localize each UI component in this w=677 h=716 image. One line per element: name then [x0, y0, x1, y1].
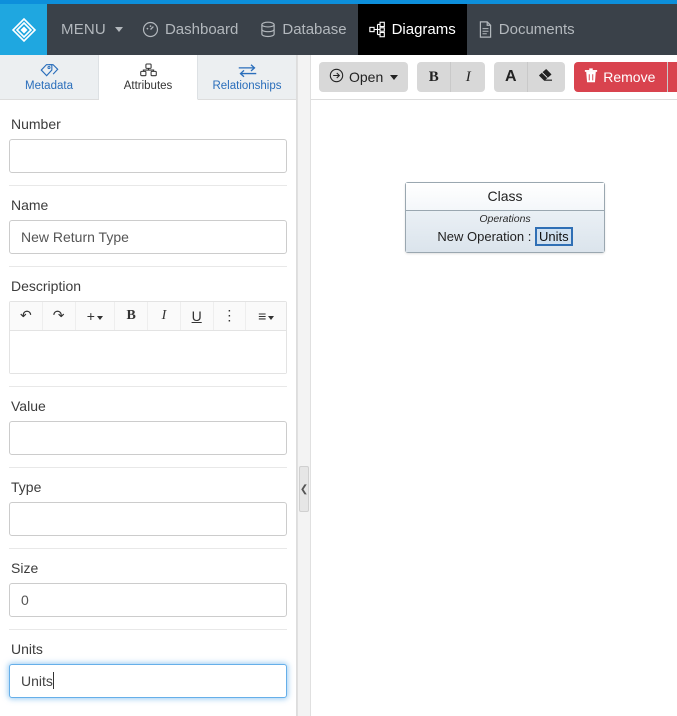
size-input[interactable]	[9, 582, 287, 617]
field-name: Name	[9, 197, 287, 267]
attributes-form: Number Name Description ↶ ↷ +	[0, 100, 296, 716]
field-value: Value	[9, 398, 287, 468]
properties-panel: Metadata Attributes Relationships Number…	[0, 55, 297, 716]
open-button[interactable]: Open	[319, 62, 409, 92]
underline-button[interactable]: U	[181, 301, 214, 330]
field-description: Description ↶ ↷ + B I U ⋮ ≡	[9, 278, 287, 387]
class-node-operations-section: Operations New Operation : Units	[406, 211, 604, 252]
text-style-button-group: B I	[417, 62, 486, 92]
document-icon	[478, 21, 493, 38]
text-caret	[52, 671, 54, 689]
tab-relationships[interactable]: Relationships	[198, 55, 296, 99]
field-name-label: Name	[11, 196, 49, 213]
field-description-label: Description	[11, 277, 82, 294]
italic-button[interactable]: I	[148, 301, 181, 330]
open-arrow-circle-icon	[329, 68, 344, 86]
font-tools-button-group: A	[494, 62, 566, 92]
field-value-label: Value	[11, 397, 46, 414]
align-left-icon: ≡	[258, 307, 267, 324]
number-input[interactable]	[9, 138, 287, 173]
field-number-label: Number	[11, 115, 61, 132]
remove-dropdown-button[interactable]	[668, 62, 677, 92]
tab-relationships-label: Relationships	[212, 79, 282, 92]
diagram-canvas[interactable]: Class Operations New Operation : Units	[311, 100, 677, 716]
font-color-button[interactable]: A	[494, 62, 529, 92]
class-node-section-label: Operations	[479, 213, 531, 225]
nav-item-dashboard-label: Dashboard	[164, 21, 239, 38]
eraser-icon	[538, 68, 555, 86]
field-units-label: Units	[11, 640, 43, 657]
trash-icon	[584, 67, 598, 87]
attributes-cubes-icon	[139, 62, 158, 79]
chevron-down-icon	[96, 315, 103, 320]
insert-plus-icon: +	[86, 307, 95, 324]
units-input[interactable]: Units	[9, 663, 287, 698]
remove-button-label: Remove	[603, 69, 656, 85]
open-button-group: Open	[319, 62, 409, 92]
diagram-toolbar: Open B I A Remove	[311, 55, 677, 100]
nav-item-menu[interactable]: MENU	[47, 4, 131, 55]
diagram-panel: Open B I A Remove Class Operations New O…	[311, 55, 677, 716]
field-type: Type	[9, 479, 287, 549]
bold-button[interactable]: B	[417, 62, 452, 92]
units-input-value: Units	[21, 672, 53, 689]
tab-metadata[interactable]: Metadata	[0, 55, 99, 99]
field-units: Units Units	[9, 641, 287, 710]
brand-logo[interactable]	[0, 4, 47, 55]
nav-item-documents[interactable]: Documents	[467, 4, 586, 55]
nav-item-diagrams-label: Diagrams	[391, 21, 456, 38]
description-editor: ↶ ↷ + B I U ⋮ ≡	[9, 300, 287, 374]
class-node-operation-row[interactable]: New Operation : Units	[406, 227, 604, 248]
operation-name-label: New Operation :	[437, 229, 535, 244]
operation-return-type-token[interactable]: Units	[534, 227, 573, 246]
field-size-label: Size	[11, 559, 39, 576]
nav-item-diagrams[interactable]: Diagrams	[357, 4, 467, 55]
description-editor-toolbar: ↶ ↷ + B I U ⋮ ≡	[10, 301, 286, 331]
panel-splitter[interactable]: ❮	[297, 55, 311, 716]
more-vertical-icon[interactable]: ⋮	[214, 301, 247, 330]
nav-item-documents-label: Documents	[498, 21, 575, 38]
main-body: Metadata Attributes Relationships Number…	[0, 55, 677, 716]
nav-item-database-label: Database	[282, 21, 347, 38]
field-number: Number	[9, 116, 287, 186]
open-button-label: Open	[349, 69, 384, 85]
description-textarea[interactable]	[10, 330, 286, 373]
nav-item-menu-label: MENU	[61, 21, 106, 38]
eraser-button[interactable]	[528, 62, 566, 92]
exchange-arrows-icon	[237, 62, 258, 79]
tab-metadata-label: Metadata	[25, 79, 73, 92]
chevron-left-icon: ❮	[299, 483, 309, 495]
remove-button[interactable]: Remove	[574, 62, 669, 92]
caret-down-icon	[390, 74, 399, 80]
diagram-nodes-icon	[368, 21, 386, 38]
nav-item-database[interactable]: Database	[249, 4, 357, 55]
class-node[interactable]: Class Operations New Operation : Units	[405, 182, 605, 253]
italic-button[interactable]: I	[451, 62, 486, 92]
panel-tabstrip: Metadata Attributes Relationships	[0, 55, 296, 100]
bold-button[interactable]: B	[115, 301, 149, 330]
tag-icon	[40, 62, 59, 79]
field-size: Size	[9, 560, 287, 630]
remove-button-group: Remove	[574, 62, 677, 92]
value-input[interactable]	[9, 420, 287, 455]
redo-icon[interactable]: ↷	[43, 301, 76, 330]
panel-collapse-handle[interactable]: ❮	[299, 466, 309, 512]
top-navbar: MENU Dashboard Database Diagrams Documen…	[0, 4, 677, 55]
tab-attributes-label: Attributes	[123, 79, 173, 92]
align-left-button[interactable]: ≡	[246, 302, 286, 330]
name-input[interactable]	[9, 219, 287, 254]
database-icon	[260, 21, 276, 38]
field-type-label: Type	[11, 478, 42, 495]
chevron-down-icon	[268, 315, 275, 320]
class-node-title: Class	[406, 183, 604, 211]
insert-plus-button[interactable]: +	[76, 301, 116, 330]
type-input[interactable]	[9, 501, 287, 536]
gauge-icon	[142, 21, 159, 38]
diamond-logo-icon	[11, 17, 37, 43]
menu-caret-icon	[114, 27, 123, 32]
undo-icon[interactable]: ↶	[10, 301, 43, 330]
tab-attributes[interactable]: Attributes	[99, 55, 198, 100]
nav-item-dashboard[interactable]: Dashboard	[131, 4, 249, 55]
